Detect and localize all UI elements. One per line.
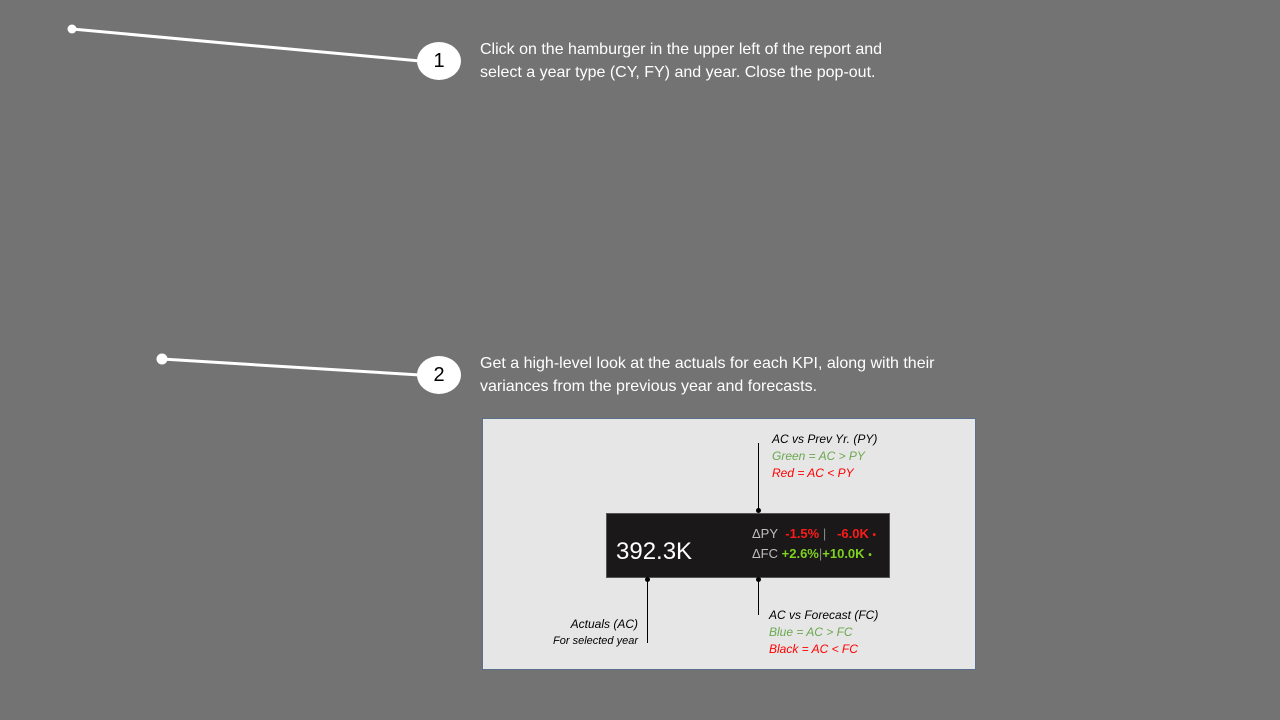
fc-annotation: AC vs Forecast (FC) Blue = AC > FC Black… [769,607,878,658]
kpi-legend-panel: AC vs Prev Yr. (PY) Green = AC > PY Red … [482,418,976,670]
kpi-actual-value: 392.3K [616,538,693,565]
fc-annotation-blue: Blue = AC > FC [769,625,853,639]
kpi-py-separator: | [822,526,827,541]
step-1-number: 1 [433,49,445,72]
kpi-fc-indicator-dot: • [868,550,872,561]
step-1-badge: 1 [417,42,461,80]
kpi-fc-percent: +2.6% [781,546,819,561]
py-annotation-green: Green = AC > PY [772,449,865,463]
ac-pointer-line [647,579,648,643]
connector-2-start-dot [156,353,168,365]
kpi-py-row: ΔPY -1.5% | -6.0K • [752,526,876,541]
py-annotation-red: Red = AC < PY [772,466,854,480]
step-2-instructions: Get a high-level look at the actuals for… [480,352,1000,398]
step-2-line-2: variances from the previous year and for… [480,378,818,395]
kpi-py-label: ΔPY [752,526,779,541]
py-pointer-line [758,443,759,511]
connector-1-line [71,27,421,63]
connector-2-line [161,357,421,377]
kpi-fc-absolute: +10.0K [822,546,865,561]
step-1-instructions: Click on the hamburger in the upper left… [480,38,1000,84]
kpi-py-percent: -1.5% [785,526,820,541]
connector-1-start-dot [67,24,77,34]
step-1-line-2: select a year type (CY, FY) and year. Cl… [480,64,876,81]
kpi-py-indicator-dot: • [872,530,877,541]
ac-annotation-title: Actuals (AC) [570,617,638,631]
ac-annotation: Actuals (AC) For selected year [537,616,638,650]
step-2-line-1: Get a high-level look at the actuals for… [480,355,935,372]
step-2-number: 2 [433,363,445,386]
fc-pointer-line [758,579,759,615]
py-annotation: AC vs Prev Yr. (PY) Green = AC > PY Red … [772,431,877,482]
kpi-fc-row: ΔFC +2.6%|+10.0K • [752,546,872,561]
py-annotation-title: AC vs Prev Yr. (PY) [772,432,878,446]
kpi-fc-label: ΔFC [752,546,779,561]
step-1-line-1: Click on the hamburger in the upper left… [480,41,883,58]
kpi-py-absolute: -6.0K [837,526,869,541]
fc-annotation-black: Black = AC < FC [769,642,858,656]
ac-annotation-subtitle: For selected year [553,635,638,647]
fc-annotation-title: AC vs Forecast (FC) [769,608,879,622]
kpi-card: 392.3K ΔPY -1.5% | -6.0K • ΔFC +2.6%|+10… [606,513,890,578]
step-2-badge: 2 [417,356,461,394]
